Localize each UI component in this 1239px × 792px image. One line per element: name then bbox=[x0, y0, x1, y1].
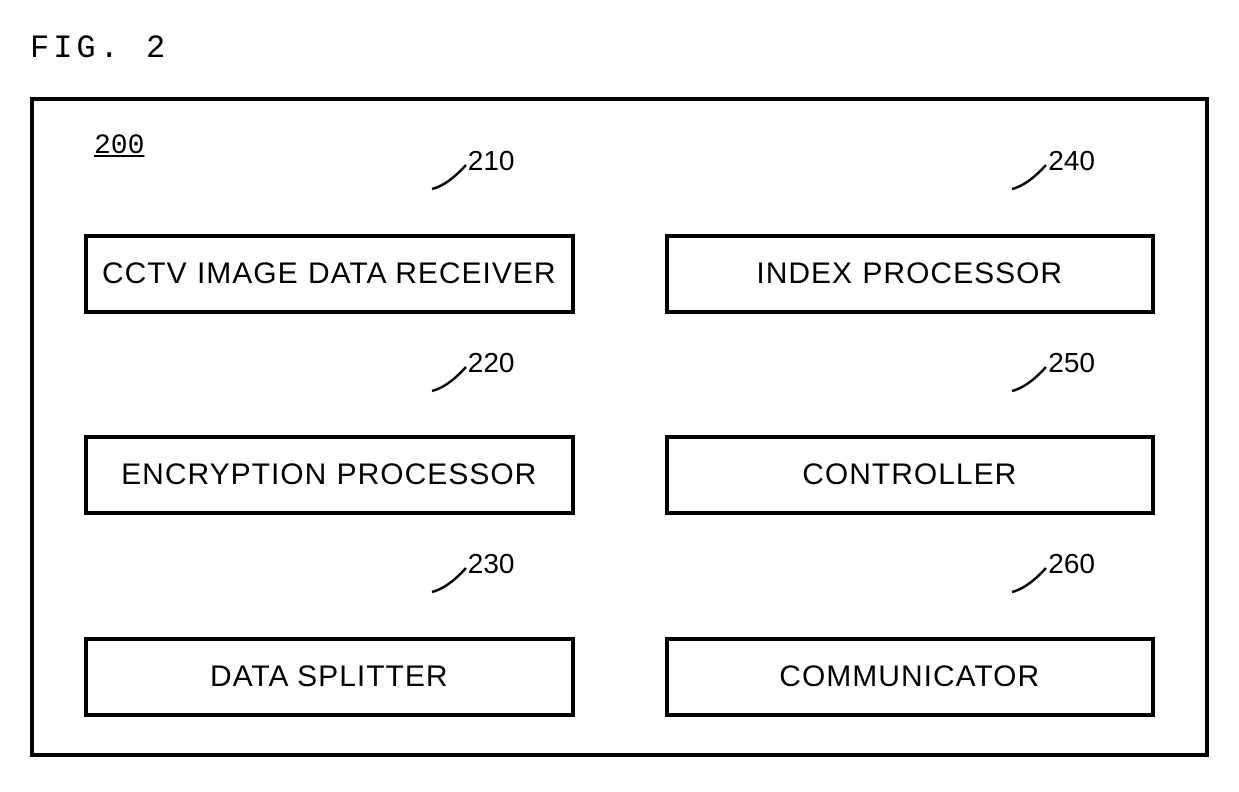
module-reference-number: 200 bbox=[94, 131, 1155, 162]
leader-line-icon bbox=[1010, 365, 1050, 393]
block-label: CCTV IMAGE DATA RECEIVER bbox=[84, 234, 575, 314]
block-label: CONTROLLER bbox=[665, 435, 1156, 515]
leader-line-icon bbox=[430, 365, 470, 393]
reference-number: 230 bbox=[468, 548, 515, 580]
module-container: 200 210 CCTV IMAGE DATA RECEIVER 240 IND… bbox=[30, 97, 1209, 757]
block-encryption-processor: 220 ENCRYPTION PROCESSOR bbox=[84, 389, 575, 516]
block-controller: 250 CONTROLLER bbox=[665, 389, 1156, 516]
block-index-processor: 240 INDEX PROCESSOR bbox=[665, 187, 1156, 314]
reference-number: 240 bbox=[1048, 145, 1095, 177]
block-communicator: 260 COMMUNICATOR bbox=[665, 590, 1156, 717]
block-data-splitter: 230 DATA SPLITTER bbox=[84, 590, 575, 717]
block-label: ENCRYPTION PROCESSOR bbox=[84, 435, 575, 515]
figure-label: FIG. 2 bbox=[30, 30, 1209, 67]
block-cctv-receiver: 210 CCTV IMAGE DATA RECEIVER bbox=[84, 187, 575, 314]
block-label: COMMUNICATOR bbox=[665, 637, 1156, 717]
blocks-grid: 210 CCTV IMAGE DATA RECEIVER 240 INDEX P… bbox=[84, 177, 1155, 717]
leader-line-icon bbox=[430, 566, 470, 594]
leader-line-icon bbox=[1010, 566, 1050, 594]
leader-line-icon bbox=[430, 163, 470, 191]
leader-line-icon bbox=[1010, 163, 1050, 191]
reference-number: 210 bbox=[468, 145, 515, 177]
reference-number: 250 bbox=[1048, 347, 1095, 379]
reference-number: 220 bbox=[468, 347, 515, 379]
reference-number: 260 bbox=[1048, 548, 1095, 580]
block-label: INDEX PROCESSOR bbox=[665, 234, 1156, 314]
block-label: DATA SPLITTER bbox=[84, 637, 575, 717]
